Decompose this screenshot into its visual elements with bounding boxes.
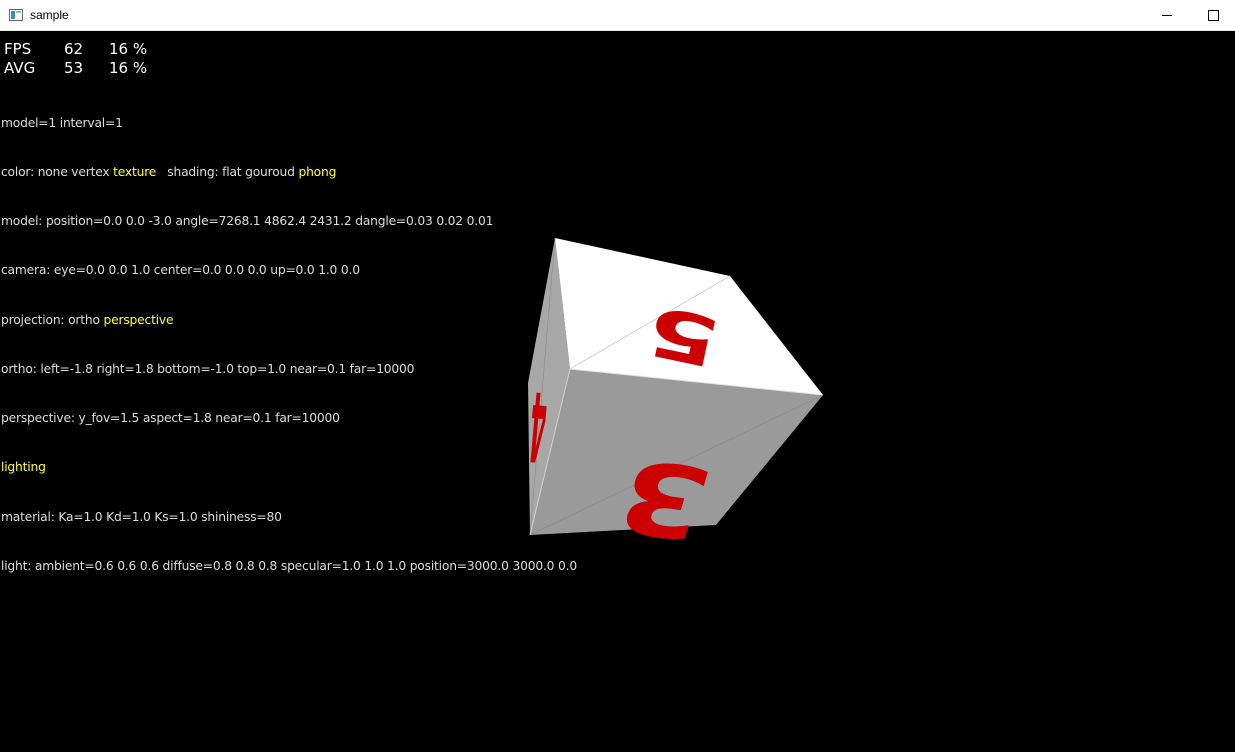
projection-options: projection: ortho	[1, 312, 104, 327]
maximize-icon	[1207, 9, 1219, 21]
fps-value: 62	[64, 40, 84, 58]
shading-selected: phong	[298, 165, 337, 180]
app-icon	[9, 9, 23, 21]
material-line: material: Ka=1.0 Kd=1.0 Ks=1.0 shininess…	[1, 509, 282, 524]
avg-label: AVG	[4, 59, 36, 77]
app-window: sample 5 3 4 FPS 62 16 % AVG 53 16 % mod…	[0, 0, 1235, 752]
model-line: model: position=0.0 0.0 -3.0 angle=7268.…	[1, 214, 494, 229]
title-bar[interactable]: sample	[0, 0, 1235, 31]
model-interval-line: model=1 interval=1	[1, 115, 123, 130]
camera-line: camera: eye=0.0 0.0 1.0 center=0.0 0.0 0…	[1, 263, 360, 278]
lighting-line: lighting	[1, 460, 46, 475]
fps-row: FPS 62 16 %	[4, 40, 147, 59]
fps-stats: FPS 62 16 % AVG 53 16 %	[4, 40, 147, 78]
avg-value: 53	[64, 59, 84, 77]
projection-selected: perspective	[103, 312, 174, 327]
color-selected: texture	[113, 165, 157, 180]
window-title: sample	[30, 8, 69, 22]
maximize-button[interactable]	[1190, 0, 1235, 30]
avg-percent: 16 %	[109, 59, 148, 77]
projection-line: projection: ortho perspective	[1, 312, 577, 328]
render-viewport[interactable]: 5 3 4 FPS 62 16 % AVG 53 16 % model=1 interv…	[0, 31, 1235, 752]
info-overlay: model=1 interval=1 color: none vertex te…	[1, 82, 577, 607]
shading-options: shading: flat gouroud	[156, 165, 299, 180]
perspective-line: perspective: y_fov=1.5 aspect=1.8 near=0…	[1, 411, 340, 426]
fps-percent: 16 %	[109, 40, 148, 58]
color-shading-line: color: none vertex texture shading: flat…	[1, 164, 577, 180]
fps-label: FPS	[4, 40, 32, 58]
color-options: color: none vertex	[1, 165, 114, 180]
light-line: light: ambient=0.6 0.6 0.6 diffuse=0.8 0…	[1, 558, 577, 573]
avg-row: AVG 53 16 %	[4, 59, 147, 78]
ortho-line: ortho: left=-1.8 right=1.8 bottom=-1.0 t…	[1, 361, 415, 376]
minimize-icon	[1162, 14, 1172, 16]
minimize-button[interactable]	[1144, 0, 1190, 30]
